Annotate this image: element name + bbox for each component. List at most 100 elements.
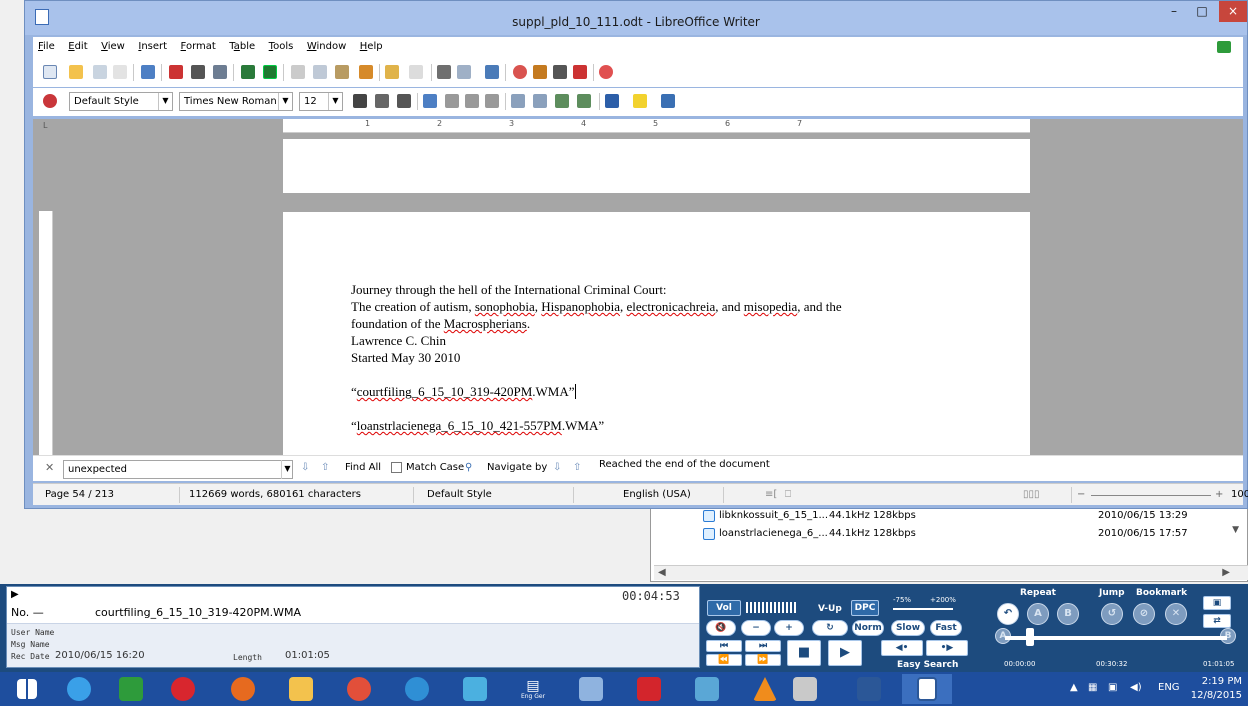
taskbar-paint[interactable] [566,674,616,704]
align-left-icon[interactable] [423,94,437,108]
autospellcheck-icon[interactable] [263,65,277,79]
zoom-percent[interactable]: 100 [1231,489,1248,500]
scroll-right-icon[interactable]: ▶ [1222,567,1230,578]
save-icon[interactable] [93,65,107,79]
network-icon[interactable]: ▦ [1088,682,1097,693]
justify-icon[interactable] [485,94,499,108]
volume-down-button[interactable]: − [741,620,771,636]
word-count[interactable]: 112669 words, 680161 characters [189,489,361,500]
taskbar-acrobat[interactable] [624,674,674,704]
spellcheck-icon[interactable] [241,65,255,79]
taskbar-store[interactable] [106,674,156,704]
styles-icon[interactable] [43,94,57,108]
find-next-icon[interactable]: ⇩ [301,462,309,473]
navigate-by-button[interactable]: Navigate by [487,462,547,473]
list-mode-icon[interactable]: ⇄ [1203,614,1231,628]
menu-table[interactable]: Table [224,37,260,59]
taskbar-dictionary[interactable]: ▤ Eng Ger [508,674,558,704]
volume-up-button[interactable]: + [774,620,804,636]
document-body[interactable]: Journey through the hell of the Internat… [351,281,951,455]
screen-mode-icon[interactable]: ▣ [1203,596,1231,610]
taskbar-explorer[interactable] [276,674,326,704]
find-replace-icon[interactable]: ⚲ [465,462,472,473]
document-paragraph[interactable]: Started May 30 2010 [351,349,951,366]
view-layout-icon[interactable]: ▯▯▯ [1023,489,1040,500]
chevron-down-icon[interactable]: ▼ [281,460,293,479]
clear-bookmark-icon[interactable]: ✕ [1165,603,1187,625]
document-paragraph[interactable]: foundation of the Macrospherians. [351,315,951,332]
find-previous-icon[interactable]: ⇧ [321,462,329,473]
font-color-icon[interactable] [605,94,619,108]
taskbar-app-2[interactable] [450,674,500,704]
print-preview-icon[interactable] [213,65,227,79]
menu-window[interactable]: Window [302,37,351,59]
taskbar-app-3[interactable] [682,674,732,704]
find-all-button[interactable]: Find All [345,462,381,473]
gallery-icon[interactable] [533,65,547,79]
help-icon[interactable] [599,65,613,79]
background-color-icon[interactable] [661,94,675,108]
language[interactable]: English (USA) [623,489,691,500]
bold-icon[interactable] [353,94,367,108]
show-hidden-icons[interactable]: ▲ [1070,682,1078,693]
edit-mode-icon[interactable] [141,65,155,79]
highlight-icon[interactable] [633,94,647,108]
paste-icon[interactable] [335,65,349,79]
taskbar-word[interactable] [844,674,894,704]
menu-tools[interactable]: Tools [264,37,299,59]
data-sources-icon[interactable] [553,65,567,79]
document-paragraph[interactable]: The creation of autism, sonophobia, Hisp… [351,298,951,315]
tab-stop-selector[interactable]: L [43,121,47,130]
jump-bookmark-icon[interactable]: ↺ [1101,603,1123,625]
image-icon[interactable] [485,65,499,79]
chevron-down-icon[interactable]: ▼ [328,93,342,110]
redo-icon[interactable] [409,65,423,79]
fast-button[interactable]: Fast [930,620,962,636]
navigate-previous-icon[interactable]: ⇧ [573,462,581,473]
print-icon[interactable] [191,65,205,79]
zoom-out-icon[interactable]: − [1077,489,1085,500]
volume-icon[interactable]: ◀) [1130,682,1142,693]
formatting-marks-icon[interactable] [573,65,587,79]
dpc-slider[interactable] [893,608,953,610]
skip-end-button[interactable]: ⏭ [745,640,781,652]
skip-start-button[interactable]: ⏮ [706,640,742,652]
menu-help[interactable]: Help [355,37,388,59]
close-find-icon[interactable]: ✕ [45,461,54,474]
paragraph-style-select[interactable]: Default Style ▼ [69,92,173,111]
find-replace-icon[interactable] [437,65,451,79]
copy-icon[interactable] [313,65,327,79]
list-item[interactable]: loanstrlacienega_6_... 44.1kHz 128kbps 2… [651,525,1241,543]
italic-icon[interactable] [375,94,389,108]
open-icon[interactable] [69,65,83,79]
export-pdf-icon[interactable] [169,65,183,79]
update-icon[interactable] [1217,41,1231,53]
mute-button[interactable]: 🔇 [706,620,736,636]
scroll-left-icon[interactable]: ◀ [658,567,666,578]
zoom-slider[interactable] [1091,495,1211,496]
repeat-toggle-button[interactable]: ↶ [997,603,1019,625]
navigate-next-icon[interactable]: ⇩ [553,462,561,473]
email-icon[interactable] [113,65,127,79]
fast-forward-button[interactable]: ⏩ [745,654,781,666]
match-case-checkbox[interactable] [391,462,402,473]
repeat-a-button[interactable]: A [1027,603,1049,625]
page-count[interactable]: Page 54 / 213 [45,489,114,500]
document-paragraph[interactable]: “courtfiling_6_15_10_319-420PM.WMA” [351,383,951,400]
menu-format[interactable]: Format [176,37,221,59]
table-icon[interactable] [457,65,471,79]
chevron-down-icon[interactable]: ▼ [278,93,292,110]
bulleted-list-icon[interactable] [533,94,547,108]
start-button[interactable] [2,674,52,704]
close-button[interactable]: × [1219,1,1247,22]
action-center-icon[interactable]: ▣ [1108,682,1117,693]
taskbar-app[interactable] [392,674,442,704]
document-paragraph[interactable]: “loanstrlacienega_6_15_10_421-557PM.WMA” [351,417,951,434]
decrease-indent-icon[interactable] [555,94,569,108]
scroll-down-icon[interactable]: ▼ [1232,525,1239,535]
maximize-button[interactable]: □ [1189,1,1215,22]
align-right-icon[interactable] [465,94,479,108]
horizontal-scrollbar[interactable]: ◀ ▶ [654,565,1248,580]
find-input[interactable]: unexpected [63,460,293,479]
title-bar[interactable]: suppl_pld_10_111.odt - LibreOffice Write… [25,1,1247,35]
